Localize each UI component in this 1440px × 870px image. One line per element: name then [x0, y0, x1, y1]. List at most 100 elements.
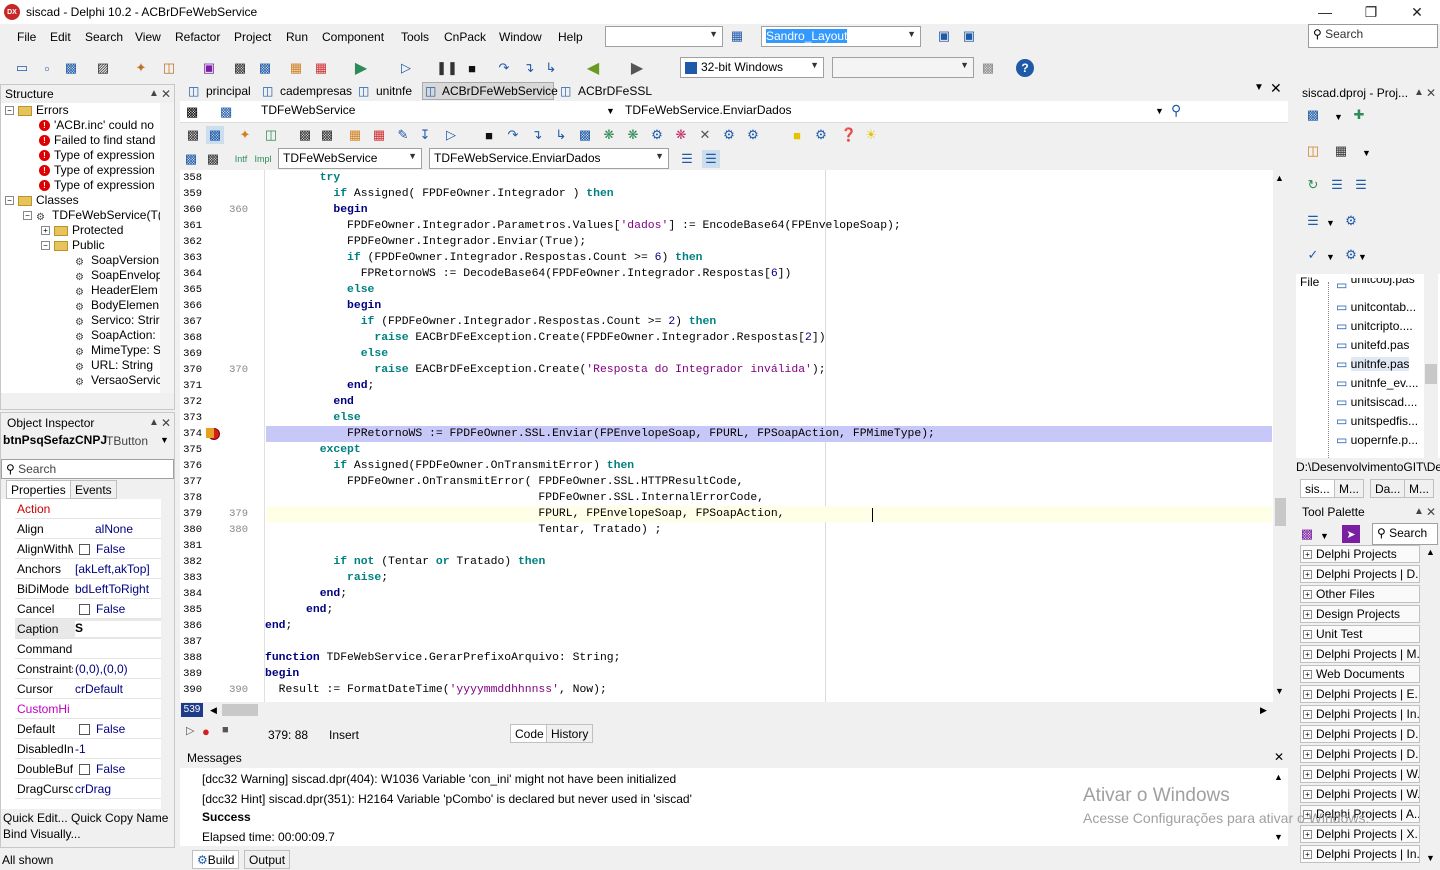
expand-icon[interactable]: + — [1303, 670, 1312, 680]
structure-property[interactable]: ⚙ SoapVersion — [75, 253, 159, 268]
close-icon[interactable]: ✕ — [1426, 505, 1436, 519]
save-as-icon[interactable]: ▩ — [231, 59, 249, 77]
menu-project[interactable]: Project — [234, 30, 271, 44]
trace-into-icon[interactable]: ↴ — [520, 59, 538, 77]
code-line[interactable]: 366 begin — [180, 298, 1273, 314]
scroll-down-icon[interactable]: ▼ — [1426, 853, 1435, 863]
pin-icon[interactable]: ▲ — [1414, 87, 1424, 98]
new-icon[interactable]: ▭ — [13, 59, 31, 77]
tab-project-3[interactable]: Da... — [1370, 479, 1406, 498]
checkbox[interactable] — [79, 604, 90, 616]
structure-node-class[interactable]: − ⚙ TDFeWebService(T( — [23, 208, 162, 223]
save-desktop-icon[interactable]: ▦ — [728, 27, 746, 45]
expand-icon[interactable]: + — [1303, 610, 1312, 620]
hscroll-thumb[interactable] — [222, 704, 258, 716]
project-file[interactable]: ▭ unitcobj.pas — [1336, 278, 1415, 292]
tab-events[interactable]: Events — [70, 480, 117, 499]
close-tab-icon[interactable]: ✕ — [1270, 80, 1282, 97]
oi-vscrollbar[interactable] — [161, 499, 174, 809]
expand-icon[interactable]: + — [41, 226, 50, 236]
chevron-down-icon[interactable]: ▼ — [1254, 82, 1264, 93]
code-line[interactable]: 373 else — [180, 410, 1273, 426]
code-line[interactable]: 374 FPRetornoWS := FPDFeOwner.SSL.Enviar… — [180, 426, 1273, 442]
check-icon[interactable]: ✓ — [1304, 246, 1322, 264]
code-line[interactable]: 359 if Assigned( FPDFeOwner.Integrador )… — [180, 186, 1273, 202]
chevron-down-icon[interactable]: ▼ — [1326, 252, 1335, 262]
save-icon[interactable]: ▩ — [296, 126, 314, 144]
tab-project-2[interactable]: M... — [1334, 479, 1364, 498]
open-file-icon[interactable]: ◫ — [160, 59, 178, 77]
property-row[interactable]: Cancel False — [15, 599, 161, 619]
chevron-down-icon[interactable]: ▼ — [1326, 218, 1335, 228]
menu-edit[interactable]: Edit — [50, 30, 71, 44]
list-icon[interactable]: ☰ — [702, 150, 720, 168]
collapse-icon[interactable]: − — [5, 106, 14, 116]
note-icon[interactable]: ■ — [788, 126, 806, 144]
palette-category[interactable]: + Delphi Projects — [1300, 545, 1420, 563]
back-icon[interactable]: ◀ — [584, 59, 602, 77]
chevron-down-icon[interactable]: ▼ — [160, 435, 169, 445]
tab-project-4[interactable]: M... — [1404, 479, 1434, 498]
folder-icon[interactable]: ◫ — [1304, 142, 1322, 160]
run-icon[interactable]: ▶ — [352, 59, 370, 77]
tab-project-1[interactable]: sis... — [1300, 479, 1335, 498]
palette-category[interactable]: + Other Files — [1300, 585, 1420, 603]
close-button[interactable]: ✕ — [1394, 0, 1440, 24]
structure-property[interactable]: ⚙ URL: String — [75, 358, 153, 373]
code-editor[interactable]: 358 try 359 if Assigned( FPDFeOwner.Integ… — [180, 170, 1273, 702]
play-macro-icon[interactable]: ▷ — [186, 724, 194, 737]
code-line[interactable]: 384 end; — [180, 586, 1273, 602]
new-file-icon[interactable]: ✦ — [132, 59, 150, 77]
grid-icon[interactable]: ▦ — [1332, 142, 1350, 160]
code-line[interactable]: 381 — [180, 538, 1273, 554]
editor-vscrollbar[interactable]: ▲ ▼ — [1273, 170, 1288, 702]
property-row[interactable]: Command — [15, 639, 161, 659]
tab-unitnfe[interactable]: unitnfe — [376, 84, 412, 98]
nav-method-combo[interactable]: TDFeWebService.EnviarDados ▼ — [429, 148, 669, 169]
property-row[interactable]: Cursor crDefault — [15, 679, 161, 699]
chevron-down-icon[interactable]: ▼ — [606, 106, 615, 116]
expand-icon[interactable]: + — [1303, 650, 1312, 660]
impl-icon[interactable]: Impl — [254, 150, 272, 168]
code-line[interactable]: 367 if (FPDFeOwner.Integrador.Respostas.… — [180, 314, 1273, 330]
unit-icon[interactable]: ▩ — [206, 126, 224, 144]
add-file-icon[interactable]: ▦ — [287, 59, 305, 77]
structure-error-item[interactable]: ! Type of expression — [39, 163, 155, 178]
expand-icon[interactable]: + — [1303, 790, 1312, 800]
code-line[interactable]: 388 function TDFeWebService.GerarPrefixoA… — [180, 650, 1273, 666]
menu-cnpack[interactable]: CnPack — [444, 30, 486, 44]
palette-category[interactable]: + Web Documents — [1300, 665, 1420, 683]
chevron-down-icon[interactable]: ▼ — [1320, 531, 1329, 541]
structure-vscrollbar[interactable] — [160, 103, 174, 393]
desktop-combo[interactable]: ▼ — [605, 26, 723, 47]
project-file[interactable]: ▭ unitspedfis... — [1336, 414, 1418, 428]
delete-icon[interactable]: ✕ — [696, 126, 714, 144]
collapse-icon[interactable]: − — [41, 241, 50, 251]
platform-combo[interactable]: 32-bit Windows ▼ — [680, 57, 824, 78]
project-file[interactable]: ▭ unitnfe_ev.... — [1336, 376, 1419, 390]
structure-property[interactable]: ⚙ SoapAction: — [75, 328, 156, 343]
step-over-icon[interactable]: ↷ — [495, 59, 513, 77]
code-line[interactable]: 375 except — [180, 442, 1273, 458]
menu-tools[interactable]: Tools — [401, 30, 429, 44]
layout-save-icon[interactable]: ▣ — [960, 27, 978, 45]
project-file[interactable]: ▭ unitcontab... — [1336, 300, 1416, 314]
pause-icon[interactable]: ❚❚ — [436, 59, 458, 77]
code-line[interactable]: 364 FPRetornoWS := DecodeBase64(FPDFeOwn… — [180, 266, 1273, 282]
project-file[interactable]: ▭ unitefd.pas — [1336, 338, 1409, 352]
tab-history[interactable]: History — [546, 724, 594, 743]
code-line[interactable]: 362 FPDFeOwner.Integrador.Enviar(True); — [180, 234, 1273, 250]
checkbox[interactable] — [79, 764, 90, 776]
help-icon[interactable]: ❓ — [840, 126, 858, 144]
add-icon[interactable]: ✚ — [1350, 106, 1368, 124]
tab-build[interactable]: ⚙Build — [192, 850, 240, 869]
menu-component[interactable]: Component — [322, 30, 384, 44]
code-line[interactable]: 380 380 Tentar, Tratado) ; — [180, 522, 1273, 538]
save-icon[interactable]: ▣ — [200, 59, 218, 77]
add-icon[interactable]: ▦ — [346, 126, 364, 144]
code-line[interactable]: 390 390 Result := FormatDateTime('yyyymmd… — [180, 682, 1273, 698]
step-out-icon[interactable]: ↳ — [552, 126, 570, 144]
property-row[interactable]: DisabledIn -1 — [15, 739, 161, 759]
tab-principal[interactable]: principal — [206, 84, 251, 98]
code-line[interactable]: 387 — [180, 634, 1273, 650]
